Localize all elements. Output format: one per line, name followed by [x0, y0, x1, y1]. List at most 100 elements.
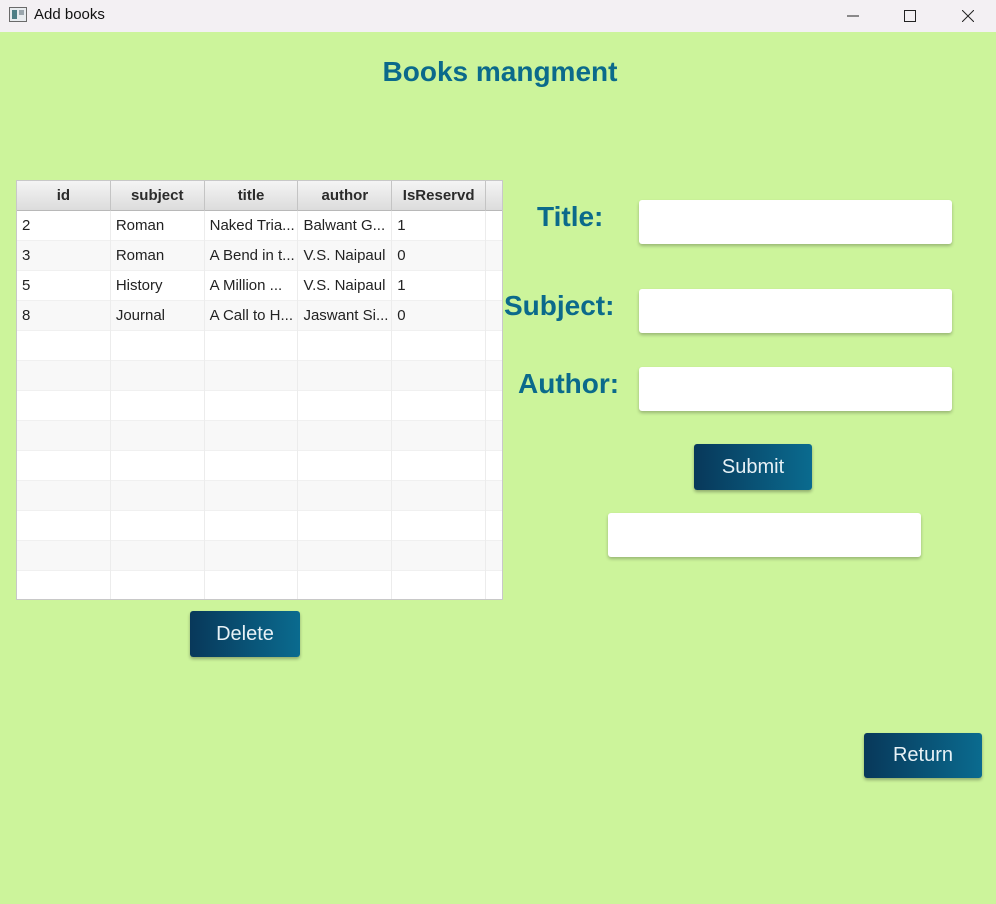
table-cell: Journal: [111, 301, 205, 331]
table-cell: [111, 571, 205, 599]
table-row[interactable]: [17, 511, 502, 541]
subject-label: Subject:: [504, 290, 615, 321]
maximize-button[interactable]: [887, 0, 933, 32]
table-cell: [17, 391, 111, 421]
table-cell: [298, 541, 393, 571]
table-cell: 0: [392, 241, 487, 271]
table-cell: V.S. Naipaul: [298, 241, 393, 271]
table-row[interactable]: 8 Journal A Call to H... Jaswant Si... 0: [17, 301, 502, 331]
table-cell: A Bend in t...: [205, 241, 299, 271]
table-cell: [392, 571, 487, 599]
row-filler: [486, 271, 502, 301]
table-cell: A Call to H...: [205, 301, 299, 331]
table-row[interactable]: [17, 421, 502, 451]
table-cell: [392, 421, 487, 451]
table-row[interactable]: [17, 361, 502, 391]
table-cell: [205, 481, 299, 511]
table-cell: [205, 331, 299, 361]
column-header-id[interactable]: id: [17, 181, 111, 211]
row-filler: [486, 391, 502, 421]
delete-button[interactable]: Delete: [190, 611, 300, 657]
table-cell: [17, 421, 111, 451]
submit-button[interactable]: Submit: [694, 444, 812, 490]
row-filler: [486, 211, 502, 241]
table-cell: [205, 571, 299, 599]
table-cell: [17, 541, 111, 571]
title-label: Title:: [537, 201, 604, 232]
close-icon: [962, 10, 974, 22]
table-cell: [298, 391, 393, 421]
table-cell: [392, 481, 487, 511]
author-label: Author:: [518, 368, 620, 399]
table-cell: [298, 511, 393, 541]
message-field[interactable]: [608, 513, 921, 557]
column-header-isreserved[interactable]: IsReservd: [392, 181, 487, 211]
table-cell: [111, 481, 205, 511]
table-cell: [392, 511, 487, 541]
table-cell: [111, 391, 205, 421]
row-filler: [486, 241, 502, 271]
return-button[interactable]: Return: [864, 733, 982, 778]
author-input[interactable]: [639, 367, 952, 411]
minimize-icon: [847, 15, 859, 17]
table-cell: [298, 331, 393, 361]
table-row[interactable]: 3 Roman A Bend in t... V.S. Naipaul 0: [17, 241, 502, 271]
table-cell: Naked Tria...: [205, 211, 299, 241]
table-header: id subject title author IsReservd: [17, 181, 502, 211]
table-cell: [17, 361, 111, 391]
table-cell: [298, 361, 393, 391]
table-row[interactable]: [17, 451, 502, 481]
table-cell: 8: [17, 301, 111, 331]
table-cell: [205, 511, 299, 541]
table-cell: [298, 421, 393, 451]
table-cell: [111, 361, 205, 391]
table-body: 2 Roman Naked Tria... Balwant G... 1 3 Roman A …: [17, 211, 502, 599]
table-cell: [392, 361, 487, 391]
row-filler: [486, 541, 502, 571]
app-icon: [9, 7, 27, 22]
row-filler: [486, 571, 502, 599]
column-header-title[interactable]: title: [205, 181, 299, 211]
close-button[interactable]: [945, 0, 991, 32]
table-cell: 0: [392, 301, 487, 331]
table-row[interactable]: [17, 481, 502, 511]
table-cell: [111, 511, 205, 541]
table-cell: 3: [17, 241, 111, 271]
table-row[interactable]: 2 Roman Naked Tria... Balwant G... 1: [17, 211, 502, 241]
table-cell: [111, 421, 205, 451]
page-title: Books mangment: [382, 56, 618, 87]
books-table[interactable]: id subject title author IsReservd 2 Roman…: [16, 180, 503, 600]
table-cell: [205, 421, 299, 451]
table-cell: History: [111, 271, 205, 301]
row-filler: [486, 301, 502, 331]
row-filler: [486, 451, 502, 481]
table-row[interactable]: 5 History A Million ... V.S. Naipaul 1: [17, 271, 502, 301]
table-cell: [17, 451, 111, 481]
table-cell: [298, 571, 393, 599]
title-bar: Add books: [0, 0, 996, 32]
table-row[interactable]: [17, 541, 502, 571]
table-cell: Roman: [111, 211, 205, 241]
table-cell: [205, 541, 299, 571]
table-row[interactable]: [17, 391, 502, 421]
row-filler: [486, 511, 502, 541]
subject-input[interactable]: [639, 289, 952, 333]
row-filler: [486, 331, 502, 361]
row-filler: [486, 361, 502, 391]
table-cell: [392, 331, 487, 361]
table-cell: [17, 331, 111, 361]
table-cell: [111, 331, 205, 361]
table-cell: [205, 361, 299, 391]
column-header-subject[interactable]: subject: [111, 181, 205, 211]
table-cell: Roman: [111, 241, 205, 271]
title-input[interactable]: [639, 200, 952, 244]
table-cell: [205, 451, 299, 481]
window-title: Add books: [34, 6, 105, 23]
column-header-author[interactable]: author: [298, 181, 393, 211]
table-row[interactable]: [17, 571, 502, 599]
table-row[interactable]: [17, 331, 502, 361]
table-cell: 2: [17, 211, 111, 241]
minimize-button[interactable]: [830, 0, 876, 32]
table-cell: [392, 451, 487, 481]
table-cell: [392, 541, 487, 571]
